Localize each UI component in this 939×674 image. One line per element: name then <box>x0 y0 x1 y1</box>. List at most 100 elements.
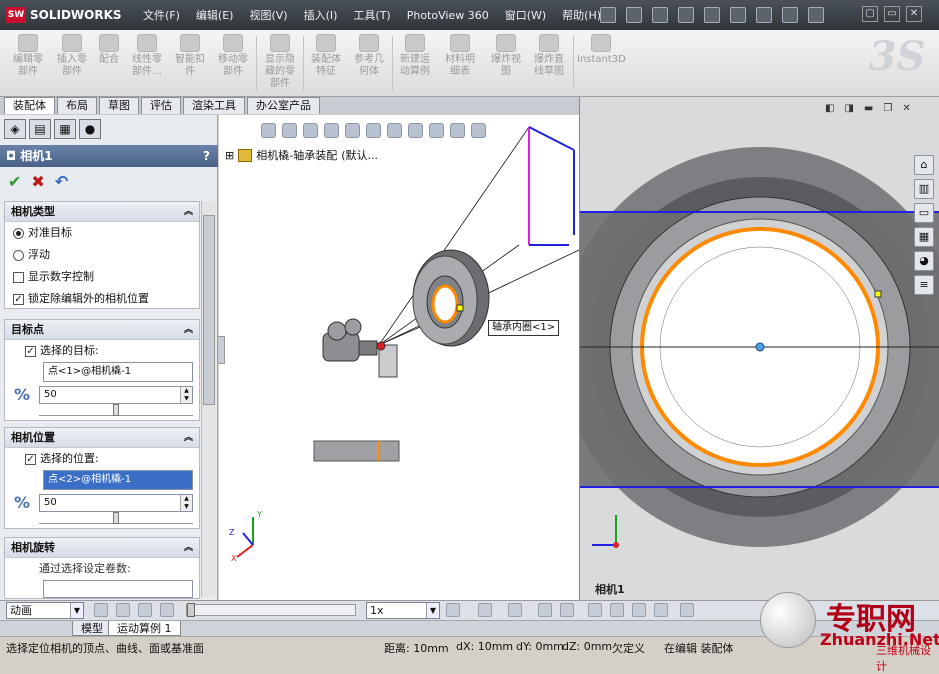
position-spin[interactable]: 50 ▲ ▼ <box>39 494 193 512</box>
menu-file[interactable]: 文件(F) <box>135 7 188 23</box>
view-palette-icon[interactable]: ▦ <box>914 227 934 247</box>
menu-view[interactable]: 视图(V) <box>241 7 295 23</box>
design-library-icon[interactable]: ▥ <box>914 179 934 199</box>
slider-knob[interactable] <box>113 512 119 524</box>
menu-photoview[interactable]: PhotoView 360 <box>399 9 497 22</box>
cmd-assembly-feature[interactable]: 装配体 特征 <box>306 34 346 78</box>
close-button[interactable]: ✕ <box>906 6 922 22</box>
help-icon[interactable] <box>808 7 824 23</box>
panel-scrollbar[interactable] <box>201 201 216 597</box>
option-target[interactable]: 对准目标 <box>5 222 199 244</box>
checkbox[interactable]: ✓ <box>13 293 24 305</box>
cmd-show-hidden[interactable]: 显示隐 藏的零 部件 <box>260 34 300 90</box>
menu-window[interactable]: 窗口(W) <box>497 7 554 23</box>
calculate-icon[interactable] <box>94 603 108 617</box>
rebuild-icon[interactable] <box>756 7 772 23</box>
gravity-icon[interactable] <box>654 603 668 617</box>
home-icon[interactable]: ⌂ <box>914 155 934 175</box>
property-manager-icon[interactable]: ▤ <box>29 119 51 139</box>
file-explorer-icon[interactable]: ▭ <box>914 203 934 223</box>
option-selected-target[interactable]: ✓ 选择的目标: <box>5 340 199 362</box>
tab-office-products[interactable]: 办公室产品 <box>247 97 320 114</box>
menu-edit[interactable]: 编辑(E) <box>188 7 242 23</box>
playback-slider[interactable] <box>186 603 356 617</box>
options-icon[interactable] <box>782 7 798 23</box>
play-icon[interactable] <box>138 603 152 617</box>
option-show-numeric[interactable]: 显示数字控制 <box>5 266 199 288</box>
menu-tools[interactable]: 工具(T) <box>345 7 398 23</box>
tab-sketch[interactable]: 草图 <box>99 97 139 114</box>
option-selected-position[interactable]: ✓ 选择的位置: <box>5 448 199 470</box>
save-icon[interactable] <box>652 7 668 23</box>
prev-view-icon[interactable]: ◧ <box>825 103 834 114</box>
menu-insert[interactable]: 插入(I) <box>296 7 346 23</box>
appearances-icon[interactable]: ◕ <box>914 251 934 271</box>
checkbox[interactable] <box>13 271 24 283</box>
radio-button[interactable] <box>13 227 24 239</box>
cmd-mate[interactable]: 配合 <box>94 34 124 66</box>
cmd-edit-component[interactable]: 编辑零 部件 <box>8 34 48 78</box>
print-icon[interactable] <box>678 7 694 23</box>
add-key-icon[interactable] <box>560 603 574 617</box>
target-spin[interactable]: 50 ▲ ▼ <box>39 386 193 404</box>
cmd-exploded-view[interactable]: 爆炸视 图 <box>486 34 526 78</box>
study-type-select[interactable]: 动画 ▼ <box>6 602 84 619</box>
panel-collapse-handle[interactable] <box>217 336 225 364</box>
undo-button[interactable]: ↶ <box>55 172 68 191</box>
new-icon[interactable] <box>600 7 616 23</box>
minimize-button[interactable]: ▭ <box>884 6 900 22</box>
motor-icon[interactable] <box>588 603 602 617</box>
cmd-insert-component[interactable]: 插入零 部件 <box>52 34 92 78</box>
appearance-icon[interactable]: ● <box>79 119 101 139</box>
play-from-start-icon[interactable] <box>116 603 130 617</box>
cmd-reference-geometry[interactable]: 参考几 何体 <box>349 34 389 78</box>
select-icon[interactable] <box>730 7 746 23</box>
position-slider[interactable] <box>39 512 193 524</box>
tab-render-tools[interactable]: 渲染工具 <box>183 97 245 114</box>
solidworks-logo[interactable]: SW SOLIDWORKS <box>6 6 122 24</box>
radio-button[interactable] <box>13 249 24 261</box>
group-header[interactable]: 相机类型 ︽ <box>5 202 199 222</box>
spring-icon[interactable] <box>610 603 624 617</box>
tab-motion-study[interactable]: 运动算例 1 <box>108 621 181 636</box>
camera-viewport[interactable]: ◧ ◨ ▬ ❐ ✕ 相机1 <box>579 97 939 600</box>
slider-knob[interactable] <box>113 404 119 416</box>
option-lock-position[interactable]: ✓ 锁定除编辑外的相机位置 <box>5 288 199 310</box>
stop-icon[interactable] <box>160 603 174 617</box>
tab-layout[interactable]: 布局 <box>57 97 97 114</box>
help-button[interactable]: ? <box>203 145 210 167</box>
cmd-bom[interactable]: 材料明 细表 <box>440 34 480 78</box>
group-header[interactable]: 目标点 ︽ <box>5 320 199 340</box>
checkbox[interactable]: ✓ <box>25 345 36 357</box>
cmd-instant3d[interactable]: Instant3D <box>577 34 626 66</box>
scrollbar-thumb[interactable] <box>203 215 215 405</box>
playback-mode-icon[interactable] <box>446 603 460 617</box>
checkbox[interactable]: ✓ <box>25 453 36 465</box>
autokey-icon[interactable] <box>538 603 552 617</box>
position-field[interactable]: 点<2>@相机橇-1 <box>43 470 193 490</box>
group-header[interactable]: 相机旋转 ︽ <box>5 538 199 558</box>
contact-icon[interactable] <box>632 603 646 617</box>
tab-evaluate[interactable]: 评估 <box>141 97 181 114</box>
group-header[interactable]: 相机位置 ︽ <box>5 428 199 448</box>
config-manager-icon[interactable]: ▦ <box>54 119 76 139</box>
cmd-new-motion-study[interactable]: 新建运 动算例 <box>395 34 435 78</box>
spin-arrows-icon[interactable]: ▲ ▼ <box>180 495 192 511</box>
playback-knob[interactable] <box>187 603 195 617</box>
ok-button[interactable]: ✔ <box>8 172 21 191</box>
target-slider[interactable] <box>39 404 193 416</box>
minimize-view-icon[interactable]: ▬ <box>864 103 873 114</box>
option-float[interactable]: 浮动 <box>5 244 199 266</box>
rotation-field[interactable] <box>43 580 193 598</box>
cancel-button[interactable]: ✖ <box>31 172 44 191</box>
restore-button[interactable]: ▢ <box>862 6 878 22</box>
spin-arrows-icon[interactable]: ▲ ▼ <box>180 387 192 403</box>
maximize-view-icon[interactable]: ❐ <box>883 103 892 114</box>
playback-speed-select[interactable]: 1x ▼ <box>366 602 440 619</box>
graphics-area[interactable]: ⊞ 相机橇-轴承装配 (默认... Z Y X <box>219 115 579 600</box>
animation-wizard-icon[interactable] <box>508 603 522 617</box>
tab-assembly[interactable]: 装配体 <box>4 97 55 114</box>
custom-properties-icon[interactable]: ≡ <box>914 275 934 295</box>
target-field[interactable]: 点<1>@相机橇-1 <box>43 362 193 382</box>
next-view-icon[interactable]: ◨ <box>844 103 853 114</box>
